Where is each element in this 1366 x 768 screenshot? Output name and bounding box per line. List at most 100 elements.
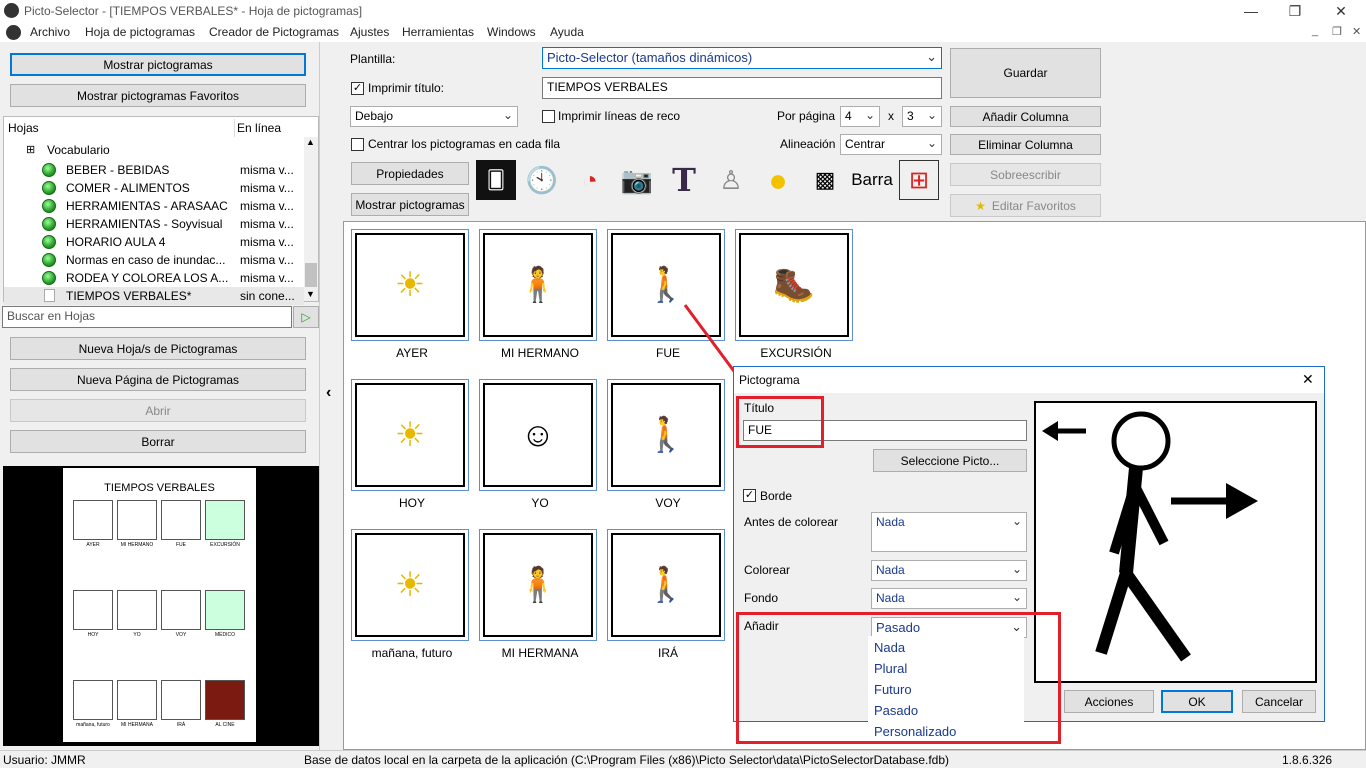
search-go-icon[interactable]: ▷ bbox=[293, 306, 319, 328]
mdi-min-icon[interactable]: _ bbox=[1312, 25, 1318, 37]
pictogram-cell[interactable]: 🧍 bbox=[479, 229, 597, 341]
times-label: x bbox=[888, 109, 894, 123]
menu-ajustes[interactable]: Ajustes bbox=[350, 25, 389, 39]
overwrite-button[interactable]: Sobreescribir bbox=[950, 163, 1101, 186]
new-page-button[interactable]: Nueva Página de Pictogramas bbox=[10, 368, 306, 391]
title-position-select[interactable]: Debajo ⌄ bbox=[350, 106, 518, 127]
align-select[interactable]: Centrar ⌄ bbox=[840, 134, 942, 155]
pictogram-cell[interactable]: ☺ bbox=[479, 379, 597, 491]
pictogram-cell[interactable]: ☀ bbox=[351, 229, 469, 341]
preview-cell bbox=[205, 680, 245, 720]
tree-item-name: HERRAMIENTAS - Soyvisual bbox=[66, 217, 223, 231]
menu-ayuda[interactable]: Ayuda bbox=[550, 25, 584, 39]
show-pictos-button[interactable]: Mostrar pictogramas bbox=[351, 193, 469, 216]
mdi-close-icon[interactable]: ✕ bbox=[1352, 25, 1361, 38]
barcode-label[interactable]: Barra bbox=[850, 160, 894, 200]
delete-button[interactable]: Borrar bbox=[10, 430, 306, 453]
menu-creador[interactable]: Creador de Pictogramas bbox=[209, 25, 339, 39]
color-label: Colorear bbox=[744, 563, 791, 577]
timer-icon[interactable]: ◔ bbox=[570, 160, 610, 200]
print-title-checkbox[interactable]: ✓ bbox=[351, 82, 364, 95]
cols-select[interactable]: 3 ⌄ bbox=[902, 106, 942, 127]
actions-button[interactable]: Acciones bbox=[1064, 690, 1154, 713]
preview-cell bbox=[73, 680, 113, 720]
pictogram-label: VOY bbox=[655, 496, 681, 510]
preview-label: AL CINE bbox=[215, 722, 235, 728]
tree-item[interactable]: HORARIO AULA 4 misma v... bbox=[4, 233, 304, 251]
mdi-restore-icon[interactable]: ❐ bbox=[1332, 25, 1342, 38]
close-button[interactable]: ✕ bbox=[1318, 0, 1364, 22]
pictogram-cell[interactable]: 🚶 bbox=[607, 379, 725, 491]
save-button[interactable]: Guardar bbox=[950, 48, 1101, 98]
tree-item-name: BEBER - BEBIDAS bbox=[66, 163, 170, 177]
expand-icon[interactable]: ⊞ bbox=[26, 143, 35, 156]
scroll-down-icon[interactable]: ▼ bbox=[306, 289, 315, 299]
pictogram-cell[interactable]: 🧍 bbox=[479, 529, 597, 641]
tree-item[interactable]: HERRAMIENTAS - Soyvisual misma v... bbox=[4, 215, 304, 233]
collapse-panel-icon[interactable]: ‹ bbox=[326, 384, 331, 402]
before-color-select[interactable]: Nada ⌄ bbox=[871, 512, 1027, 552]
cards-icon[interactable]: 🂠 bbox=[476, 160, 516, 200]
print-lines-checkbox[interactable] bbox=[542, 110, 555, 123]
dialog-close-icon[interactable]: ✕ bbox=[1302, 371, 1314, 388]
tree-item[interactable]: HERRAMIENTAS - ARASAAC misma v... bbox=[4, 197, 304, 215]
tree-scrollbar[interactable]: ▲ ▼ bbox=[304, 137, 318, 301]
qr-code-icon[interactable]: ▩ bbox=[805, 160, 845, 200]
ok-button[interactable]: OK bbox=[1161, 690, 1233, 713]
highlight-title bbox=[736, 396, 824, 448]
tree-item[interactable]: COMER - ALIMENTOS misma v... bbox=[4, 179, 304, 197]
add-column-button[interactable]: Añadir Columna bbox=[950, 106, 1101, 127]
show-pictograms-button[interactable]: Mostrar pictogramas bbox=[10, 53, 306, 76]
scroll-up-icon[interactable]: ▲ bbox=[306, 137, 315, 147]
col-online-header[interactable]: En línea bbox=[237, 121, 281, 135]
preview-cell bbox=[117, 590, 157, 630]
properties-button[interactable]: Propiedades bbox=[351, 162, 469, 185]
show-favorites-button[interactable]: Mostrar pictogramas Favoritos bbox=[10, 84, 306, 107]
open-button[interactable]: Abrir bbox=[10, 399, 306, 422]
restore-button[interactable]: ❐ bbox=[1272, 0, 1318, 22]
rows-select[interactable]: 4 ⌄ bbox=[840, 106, 880, 127]
menu-archivo[interactable]: Archivo bbox=[30, 25, 70, 39]
camera-icon[interactable]: 📷 bbox=[617, 160, 657, 200]
tree-item[interactable]: RODEA Y COLOREA LOS A... misma v... bbox=[4, 269, 304, 287]
window-title: Picto-Selector - [TIEMPOS VERBALES* - Ho… bbox=[24, 4, 363, 18]
smiley-icon[interactable]: ● bbox=[758, 160, 798, 200]
pictogram-cell[interactable]: ☀ bbox=[351, 529, 469, 641]
menu-windows[interactable]: Windows bbox=[487, 25, 536, 39]
tree-item[interactable]: Normas en caso de inundac... misma v... bbox=[4, 251, 304, 269]
title-input[interactable]: TIEMPOS VERBALES bbox=[542, 77, 942, 99]
pictogram-cell[interactable]: 🚶 bbox=[607, 529, 725, 641]
cancel-button[interactable]: Cancelar bbox=[1242, 690, 1316, 713]
minimize-button[interactable]: — bbox=[1228, 0, 1274, 22]
pictogram-cell[interactable]: 🥾 bbox=[735, 229, 853, 341]
online-icon bbox=[42, 199, 56, 213]
doc-icon bbox=[6, 25, 21, 40]
preview-cell bbox=[73, 590, 113, 630]
text-icon[interactable]: T bbox=[664, 160, 704, 200]
delete-column-button[interactable]: Eliminar Columna bbox=[950, 134, 1101, 155]
pictogram-label: AYER bbox=[396, 346, 428, 360]
center-checkbox[interactable] bbox=[351, 138, 364, 151]
preview-cell bbox=[73, 500, 113, 540]
col-sheets-header[interactable]: Hojas bbox=[8, 121, 39, 135]
menu-herramientas[interactable]: Herramientas bbox=[402, 25, 474, 39]
grid-icon[interactable]: ⊞ bbox=[899, 160, 939, 200]
person-icon[interactable]: ♙ bbox=[711, 160, 751, 200]
tree-item-selected[interactable]: TIEMPOS VERBALES* sin cone... bbox=[4, 287, 304, 305]
edit-favorites-button[interactable]: ★ Editar Favoritos bbox=[950, 194, 1101, 217]
pictogram-cell[interactable]: ☀ bbox=[351, 379, 469, 491]
chevron-down-icon: ⌄ bbox=[926, 136, 937, 150]
search-sheets-input[interactable]: Buscar en Hojas bbox=[2, 306, 292, 328]
color-select[interactable]: Nada ⌄ bbox=[871, 560, 1027, 581]
clock-icon[interactable]: 🕙 bbox=[522, 160, 562, 200]
border-checkbox[interactable]: ✓ bbox=[743, 489, 756, 502]
pictogram-label: MI HERMANA bbox=[501, 646, 579, 660]
menu-hoja[interactable]: Hoja de pictogramas bbox=[85, 25, 195, 39]
scroll-thumb[interactable] bbox=[305, 263, 317, 287]
tree-item[interactable]: BEBER - BEBIDAS misma v... bbox=[4, 161, 304, 179]
new-sheet-button[interactable]: Nueva Hoja/s de Pictogramas bbox=[10, 337, 306, 360]
background-select[interactable]: Nada ⌄ bbox=[871, 588, 1027, 609]
tree-root-vocabulario[interactable]: Vocabulario bbox=[47, 143, 110, 157]
template-select[interactable]: Picto-Selector (tamaños dinámicos) ⌄ bbox=[542, 47, 942, 69]
select-picto-button[interactable]: Seleccione Picto... bbox=[873, 449, 1027, 472]
